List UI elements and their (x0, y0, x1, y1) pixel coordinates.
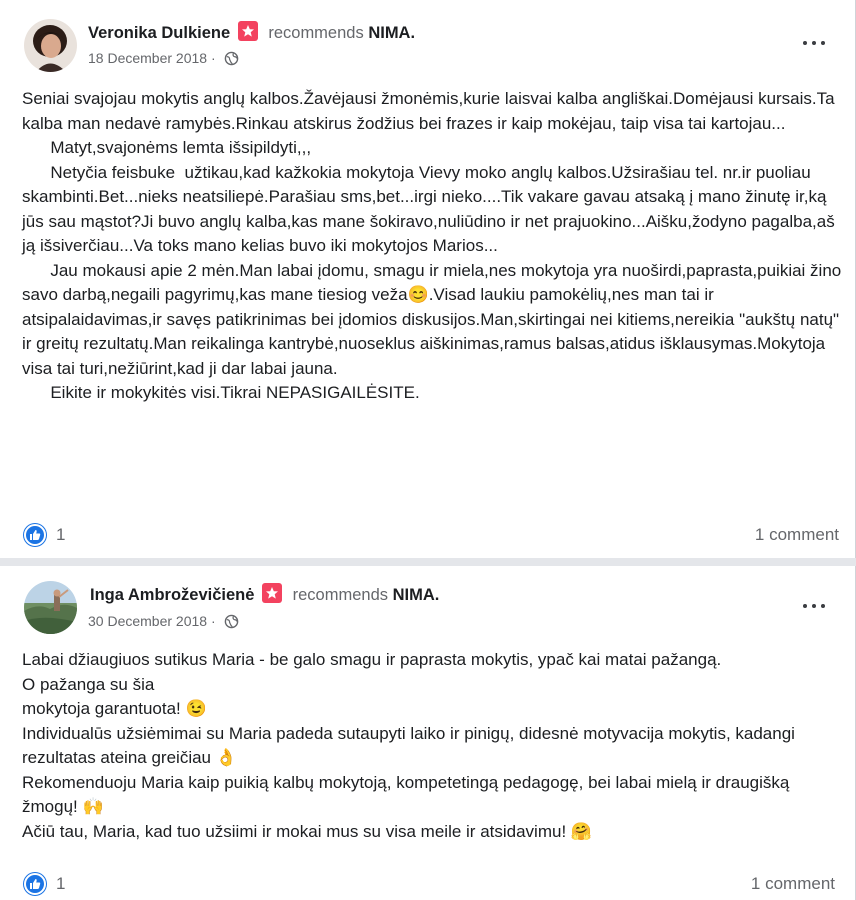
like-thumb-icon[interactable] (24, 524, 46, 546)
author-avatar[interactable] (24, 19, 77, 72)
post-meta: 18 December 2018 · (88, 50, 239, 69)
author-avatar[interactable] (24, 581, 77, 634)
post-date[interactable]: 30 December 2018 · (88, 613, 216, 629)
post-paragraph: Jau mokausi apie 2 mėn.Man labai įdomu, … (22, 260, 846, 378)
page-name[interactable]: NIMA. (368, 24, 415, 42)
like-count[interactable]: 1 (56, 525, 65, 545)
post-body: Seniai svajojau mokytis anglų kalbos.Žav… (22, 87, 842, 406)
post-body: Labai džiaugiuos sutikus Maria - be galo… (22, 648, 837, 844)
post-header: Veronika Dulkiene recommends NIMA. (88, 21, 415, 43)
comment-count-link[interactable]: 1 comment (751, 874, 835, 894)
globe-icon (224, 614, 239, 632)
post-paragraph: Seniai svajojau mokytis anglų kalbos.Žav… (22, 89, 840, 133)
post-paragraph: Netyčia feisbuke užtikau,kad kažkokia mo… (22, 162, 840, 256)
recommends-text: recommends (292, 586, 388, 604)
post-card: Veronika Dulkiene recommends NIMA. 18 De… (0, 0, 856, 558)
post-date[interactable]: 18 December 2018 · (88, 50, 216, 66)
recommend-star-icon (237, 21, 258, 41)
more-options-icon[interactable] (803, 601, 827, 611)
post-header: Inga Ambroževičienė recommends NIMA. (90, 583, 439, 605)
post-paragraph: Individualūs užsiėmimai su Maria padeda … (22, 723, 800, 768)
recommends-text: recommends (268, 24, 364, 42)
post-card: Inga Ambroževičienė recommends NIMA. 30 … (0, 566, 856, 900)
author-name[interactable]: Veronika Dulkiene (88, 24, 230, 42)
comment-count-link[interactable]: 1 comment (755, 525, 839, 545)
post-paragraph: mokytoja garantuota! 😉 (22, 699, 207, 718)
post-paragraph: Eikite ir mokykitės visi.Tikrai NEPASIGA… (22, 383, 420, 402)
like-count[interactable]: 1 (56, 874, 65, 894)
recommend-star-icon (262, 583, 283, 603)
post-meta: 30 December 2018 · (88, 613, 239, 632)
post-paragraph: Labai džiaugiuos sutikus Maria - be galo… (22, 650, 722, 669)
like-thumb-icon[interactable] (24, 873, 46, 895)
post-paragraph: Ačiū tau, Maria, kad tuo užsiimi ir moka… (22, 821, 593, 841)
post-paragraph: Matyt,svajonėms lemta išsipildyti,,, (22, 138, 312, 157)
post-paragraph: Rekomenduoju Maria kaip puikią kalbų mok… (22, 772, 795, 817)
page-name[interactable]: NIMA. (393, 586, 440, 604)
globe-icon (224, 51, 239, 69)
author-name[interactable]: Inga Ambroževičienė (90, 586, 254, 604)
post-paragraph: O pažanga su šia (22, 674, 155, 694)
more-options-icon[interactable] (803, 38, 827, 48)
